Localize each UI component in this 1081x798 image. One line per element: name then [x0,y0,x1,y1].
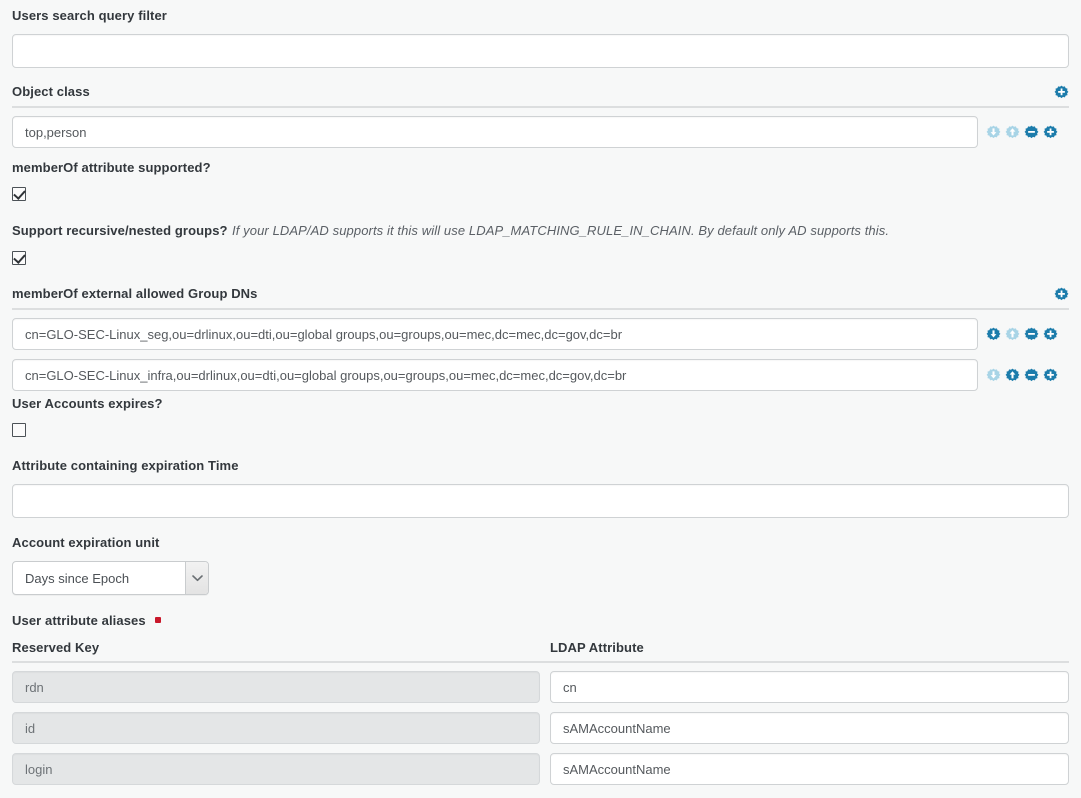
add-icon[interactable] [1043,327,1058,342]
chevron-down-icon[interactable] [185,562,208,594]
memberof-attribute-supported-label: memberOf attribute supported? [12,160,211,175]
move-down-icon[interactable] [986,125,1001,140]
reserved-key-input-3[interactable] [12,753,540,785]
user-attribute-aliases-label: User attribute aliases [12,613,146,628]
account-expiration-unit-group: Account expiration unit Days since Epoch [12,535,1069,595]
support-recursive-nested-groups-hint: If your LDAP/AD supports it this will us… [232,223,890,238]
reserved-key-input-2[interactable] [12,712,540,744]
account-expiration-unit-select[interactable]: Days since Epoch [12,561,209,595]
memberof-external-allowed-group-dns-label: memberOf external allowed Group DNs [12,286,258,301]
group-dn-row-2-actions [986,368,1058,383]
object-class-row [12,116,1069,148]
attribute-containing-expiration-time-label: Attribute containing expiration Time [12,458,239,473]
attribute-containing-expiration-time-group: Attribute containing expiration Time [12,458,1069,518]
user-attribute-aliases-group: User attribute aliases Reserved Key LDAP… [12,612,1069,785]
group-dn-row [12,359,1069,391]
object-class-group: Object class [12,84,1069,148]
ldap-attribute-input-2[interactable] [550,712,1069,744]
required-marker-icon [155,617,162,623]
move-up-icon[interactable] [1005,327,1020,342]
add-icon[interactable] [1043,368,1058,383]
move-up-icon[interactable] [1005,125,1020,140]
users-search-query-filter-group: Users search query filter [12,0,1069,68]
account-expiration-unit-value: Days since Epoch [25,570,130,586]
support-recursive-nested-groups-group: Support recursive/nested groups? If your… [12,222,1069,269]
user-accounts-expires-label: User Accounts expires? [12,396,163,411]
users-search-query-filter-input[interactable] [12,34,1069,68]
remove-icon[interactable] [1024,368,1039,383]
user-accounts-expires-checkbox[interactable] [12,423,26,437]
ldap-attribute-input-3[interactable] [550,753,1069,785]
user-accounts-expires-group: User Accounts expires? [12,396,1069,441]
object-class-input[interactable] [12,116,978,148]
memberof-attribute-supported-checkbox[interactable] [12,187,26,201]
attribute-containing-expiration-time-input[interactable] [12,484,1069,518]
object-class-label: Object class [12,84,90,99]
memberof-external-allowed-group-dns-group: memberOf external allowed Group DNs [12,286,1069,391]
table-row [12,671,1069,703]
add-icon[interactable] [1043,125,1058,140]
remove-icon[interactable] [1024,327,1039,342]
group-dn-input-1[interactable] [12,318,978,350]
account-expiration-unit-label: Account expiration unit [12,535,160,550]
table-row [12,753,1069,785]
memberof-attribute-supported-group: memberOf attribute supported? [12,160,1069,205]
object-class-add-icon[interactable] [1054,85,1069,100]
support-recursive-nested-groups-label: Support recursive/nested groups? [12,223,228,238]
ldap-user-settings-form: Users search query filter Object class t… [0,0,1081,798]
group-dn-row [12,318,1069,350]
support-recursive-nested-groups-checkbox[interactable] [12,251,26,265]
group-dns-add-icon[interactable] [1054,287,1069,302]
user-attribute-aliases-header: Reserved Key LDAP Attribute [12,640,1069,655]
column-header-ldap-attribute: LDAP Attribute [550,640,644,655]
object-class-row-actions [986,125,1058,140]
users-search-query-filter-label: Users search query filter [12,8,167,23]
move-up-icon[interactable] [1005,368,1020,383]
group-dn-row-1-actions [986,327,1058,342]
ldap-attribute-input-1[interactable] [550,671,1069,703]
reserved-key-input-1[interactable] [12,671,540,703]
move-down-icon[interactable] [986,327,1001,342]
group-dn-input-2[interactable] [12,359,978,391]
move-down-icon[interactable] [986,368,1001,383]
remove-icon[interactable] [1024,125,1039,140]
column-header-reserved-key: Reserved Key [12,640,100,655]
table-row [12,712,1069,744]
